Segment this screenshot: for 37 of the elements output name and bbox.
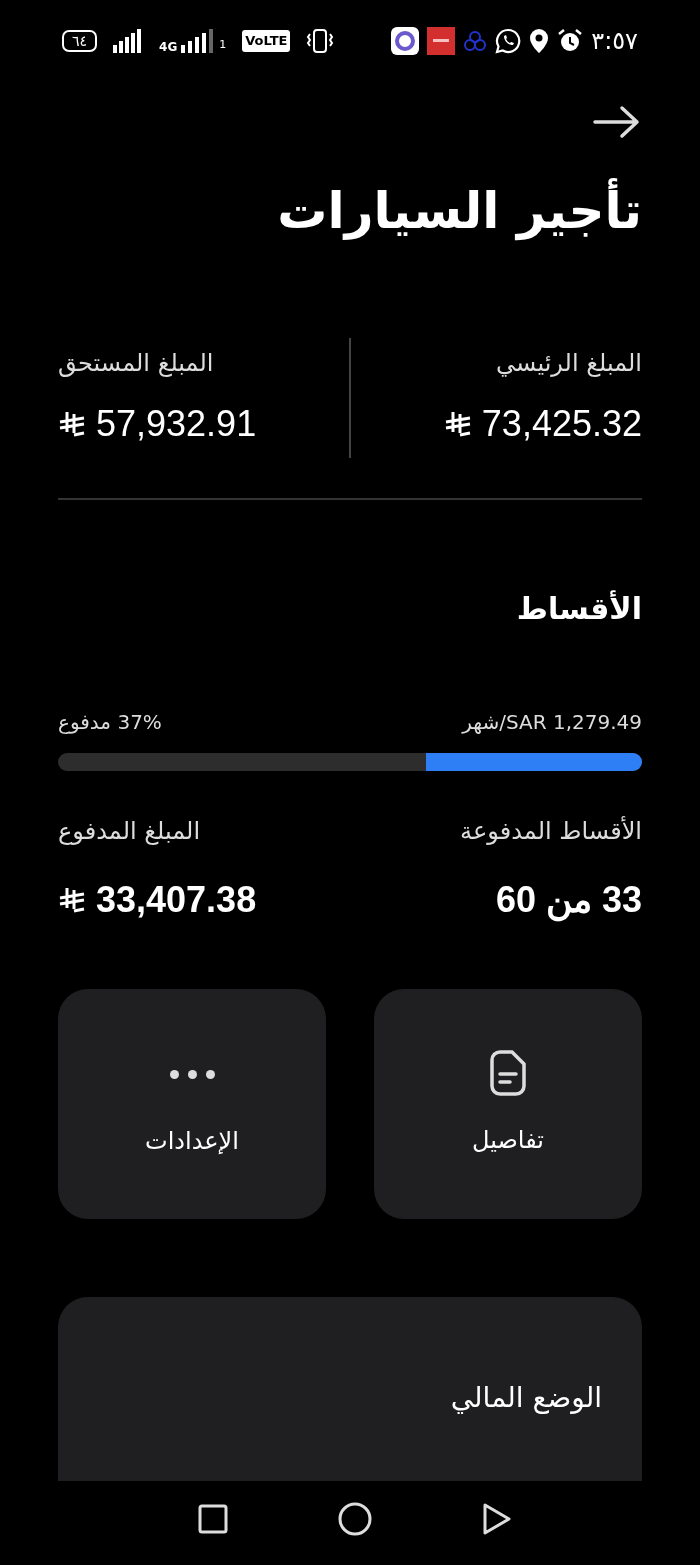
clock-time: ٣:٥٧ (591, 26, 638, 57)
riyal-icon (58, 410, 86, 438)
alarm-icon (557, 28, 584, 54)
app-icon (463, 29, 488, 53)
document-icon (488, 1050, 528, 1098)
stat-label: الأقساط المدفوعة (460, 815, 642, 847)
signal-icon (181, 29, 216, 53)
chat-icon (495, 28, 522, 54)
settings-button[interactable]: الإعدادات (58, 989, 326, 1219)
volte-badge: VoLTE (242, 30, 291, 52)
home-button[interactable] (338, 1501, 372, 1536)
amount-label: المبلغ المستحق (58, 348, 214, 379)
battery-icon: ٦٤ (62, 30, 98, 52)
signal-icon (113, 29, 144, 53)
back-button[interactable] (482, 1501, 512, 1536)
vibrate-icon (306, 29, 335, 53)
details-button[interactable]: تفاصيل (374, 989, 642, 1219)
riyal-icon (443, 410, 472, 438)
app-icon (427, 27, 456, 55)
recents-button[interactable] (198, 1503, 228, 1534)
paid-percent: 37% مدفوع (58, 709, 162, 736)
amount-value: 73,425.32 (481, 402, 642, 446)
stat-value: 33 من 60 (495, 878, 642, 924)
stat-label: المبلغ المدفوع (58, 816, 201, 847)
amount-label: المبلغ الرئيسي (496, 348, 642, 379)
back-arrow-icon[interactable] (592, 104, 642, 140)
stat-value: 33,407.38 (96, 878, 257, 922)
more-icon (169, 1069, 215, 1079)
location-icon (529, 28, 550, 54)
sim-number: 1 (219, 36, 227, 53)
monthly-amount: شهر/SAR 1,279.49 (462, 709, 642, 736)
amount-value: 57,932.91 (96, 402, 257, 446)
app-icon (391, 27, 420, 55)
network-type: 4G (159, 41, 178, 53)
riyal-icon (58, 886, 86, 914)
card-title: الوضع المالي (449, 1380, 602, 1416)
section-heading: الأقساط (515, 589, 642, 628)
